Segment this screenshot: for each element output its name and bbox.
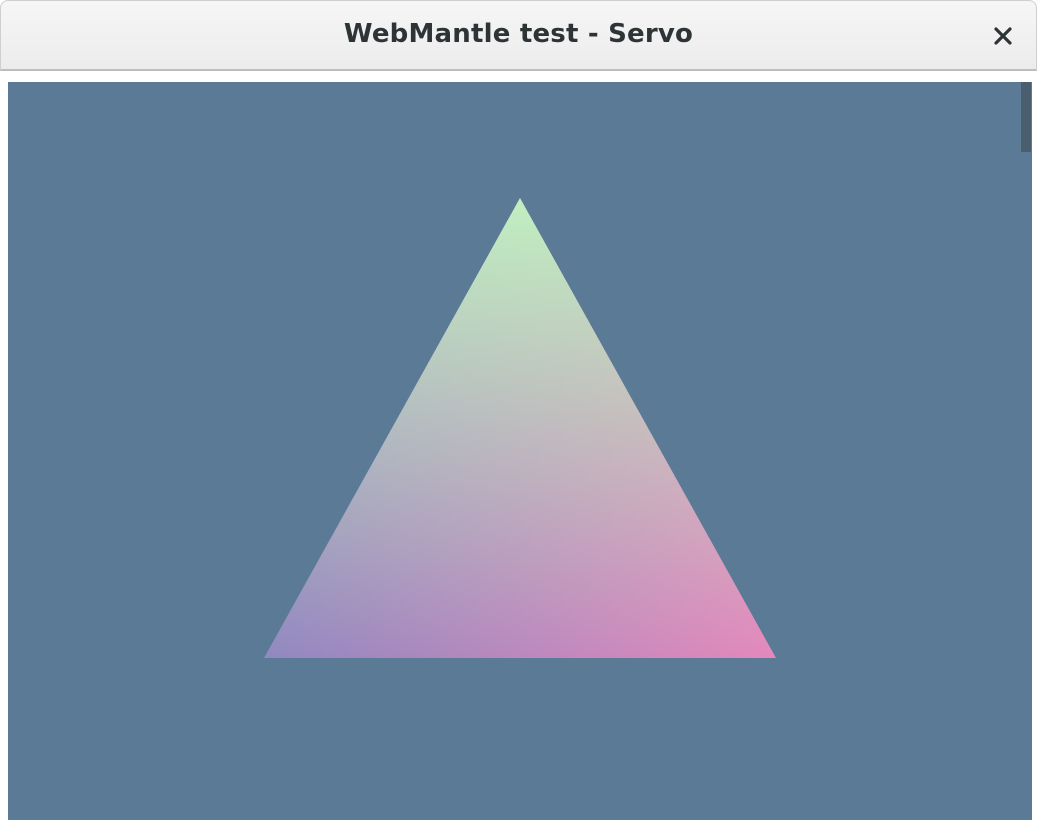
- browser-window: WebMantle test - Servo: [0, 0, 1039, 820]
- webgl-canvas[interactable]: [8, 82, 1032, 820]
- scrollbar-thumb[interactable]: [1021, 82, 1031, 152]
- window-title: WebMantle test - Servo: [343, 19, 694, 49]
- close-button[interactable]: [988, 21, 1018, 51]
- vertical-scrollbar[interactable]: [1020, 82, 1032, 820]
- title-bar[interactable]: WebMantle test - Servo: [0, 0, 1037, 71]
- close-icon: [994, 27, 1012, 45]
- render-scene: [8, 82, 1032, 820]
